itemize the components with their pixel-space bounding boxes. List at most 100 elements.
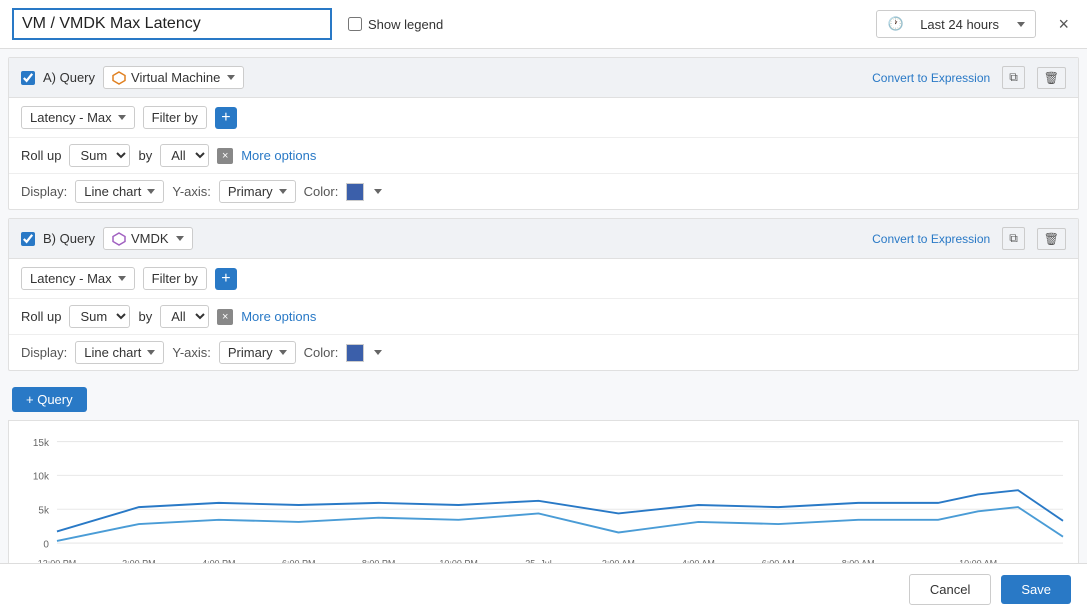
query-b-entity-label: VMDK [131,231,169,246]
query-a-convert-link[interactable]: Convert to Expression [872,71,990,85]
query-a-metric-dropdown[interactable]: Latency - Max [21,106,135,129]
query-a-display-label: Display: [21,184,67,199]
svg-text:4:00 PM: 4:00 PM [202,558,235,563]
svg-text:10:00 PM: 10:00 PM [439,558,477,563]
query-b-display-type-dropdown[interactable]: Line chart [75,341,164,364]
query-b-section: B) Query VMDK Convert to Expression ⧉ 🗑 [8,218,1079,371]
query-a-more-options-link[interactable]: More options [241,148,316,163]
query-b-display-label: Display: [21,345,67,360]
query-a-rollup-label: Roll up [21,148,61,163]
query-b-checkbox[interactable] [21,232,35,246]
query-b-rollup-method-select[interactable]: Sum [69,305,130,328]
query-a-section: A) Query Virtual Machine Convert to Expr… [8,57,1079,210]
query-a-entity-dropdown[interactable]: Virtual Machine [103,66,244,89]
svg-text:2:00 PM: 2:00 PM [122,558,155,563]
svg-text:4:00 AM: 4:00 AM [682,558,715,563]
vmdk-icon [112,232,126,246]
svg-text:2:00 AM: 2:00 AM [602,558,635,563]
query-a-metric-row: Latency - Max Filter by + [9,98,1078,138]
svg-text:25. Jul: 25. Jul [525,558,551,563]
query-a-label: A) Query [43,70,95,85]
query-b-by-label: by [138,309,152,324]
query-a-yaxis-dropdown[interactable]: Primary [219,180,296,203]
svg-text:15k: 15k [33,438,50,449]
query-a-yaxis-value: Primary [228,184,273,199]
query-b-metric-dropdown[interactable]: Latency - Max [21,267,135,290]
query-b-copy-button[interactable]: ⧉ [1002,227,1025,250]
query-b-header: B) Query VMDK Convert to Expression ⧉ 🗑 [9,219,1078,259]
footer-row: Cancel Save [0,563,1087,615]
query-b-yaxis-dropdown[interactable]: Primary [219,341,296,364]
query-a-filter-button[interactable]: Filter by [143,106,207,129]
clock-icon: 🕐 [887,16,903,32]
query-b-yaxis-value: Primary [228,345,273,360]
query-a-entity-label: Virtual Machine [131,70,220,85]
query-a-rollup-row: Roll up Sum by All × More options [9,138,1078,174]
query-a-delete-button[interactable]: 🗑 [1037,67,1066,89]
chevron-down-icon [118,276,126,281]
time-range-button[interactable]: 🕐 Last 24 hours [876,10,1036,38]
chevron-down-icon [374,189,382,194]
add-query-button[interactable]: + Query [12,387,87,412]
query-a-rollup-method-select[interactable]: Sum [69,144,130,167]
query-a-display-type-label: Line chart [84,184,141,199]
svg-text:10:00 AM: 10:00 AM [959,558,997,563]
query-b-filter-button[interactable]: Filter by [143,267,207,290]
query-b-color-label: Color: [304,345,339,360]
query-b-convert-link[interactable]: Convert to Expression [872,232,990,246]
query-b-label: B) Query [43,231,95,246]
query-a-copy-button[interactable]: ⧉ [1002,66,1025,89]
add-query-label: + Query [26,392,73,407]
query-b-display-row: Display: Line chart Y-axis: Primary Colo… [9,335,1078,370]
query-b-more-options-link[interactable]: More options [241,309,316,324]
svg-text:6:00 AM: 6:00 AM [762,558,795,563]
chevron-down-icon [279,350,287,355]
chevron-down-icon [147,189,155,194]
chevron-down-icon [279,189,287,194]
chevron-down-icon [227,75,235,80]
query-b-color-swatch[interactable] [346,344,364,362]
svg-text:6:00 PM: 6:00 PM [282,558,315,563]
queries-area: A) Query Virtual Machine Convert to Expr… [0,49,1087,563]
show-legend-label[interactable]: Show legend [348,17,443,32]
query-a-yaxis-label: Y-axis: [172,184,211,199]
svg-text:10k: 10k [33,471,50,482]
query-a-display-type-dropdown[interactable]: Line chart [75,180,164,203]
query-b-yaxis-label: Y-axis: [172,345,211,360]
query-b-rollup-by-select[interactable]: All [160,305,209,328]
chevron-down-icon [147,350,155,355]
save-button[interactable]: Save [1001,575,1071,604]
query-b-rollup-label: Roll up [21,309,61,324]
chevron-down-icon [176,236,184,241]
query-b-entity-dropdown[interactable]: VMDK [103,227,193,250]
query-a-rollup-by-select[interactable]: All [160,144,209,167]
query-b-delete-button[interactable]: 🗑 [1037,228,1066,250]
query-a-checkbox[interactable] [21,71,35,85]
query-a-display-row: Display: Line chart Y-axis: Primary Colo… [9,174,1078,209]
chart-svg: 15k 10k 5k 0 12:00 PM 2:00 PM 4:00 PM 6:… [19,431,1068,563]
show-legend-checkbox[interactable] [348,17,362,31]
chevron-down-icon [1017,22,1025,27]
query-a-color-swatch[interactable] [346,183,364,201]
virtual-machine-icon [112,71,126,85]
query-a-by-label: by [138,148,152,163]
query-b-add-filter-button[interactable]: + [215,268,237,290]
chevron-down-icon [374,350,382,355]
chevron-down-icon [118,115,126,120]
query-b-metric-row: Latency - Max Filter by + [9,259,1078,299]
svg-text:0: 0 [43,539,49,550]
title-input[interactable] [12,8,332,40]
svg-text:8:00 PM: 8:00 PM [362,558,395,563]
query-a-add-filter-button[interactable]: + [215,107,237,129]
close-button[interactable]: × [1052,10,1075,39]
main-container: Show legend 🕐 Last 24 hours × A) Query [0,0,1087,615]
query-a-color-label: Color: [304,184,339,199]
query-a-header: A) Query Virtual Machine Convert to Expr… [9,58,1078,98]
query-b-metric-label: Latency - Max [30,271,112,286]
query-a-clear-button[interactable]: × [217,148,233,164]
query-b-clear-button[interactable]: × [217,309,233,325]
header-row: Show legend 🕐 Last 24 hours × [0,0,1087,49]
query-b-rollup-row: Roll up Sum by All × More options [9,299,1078,335]
cancel-button[interactable]: Cancel [909,574,991,605]
show-legend-text: Show legend [368,17,443,32]
